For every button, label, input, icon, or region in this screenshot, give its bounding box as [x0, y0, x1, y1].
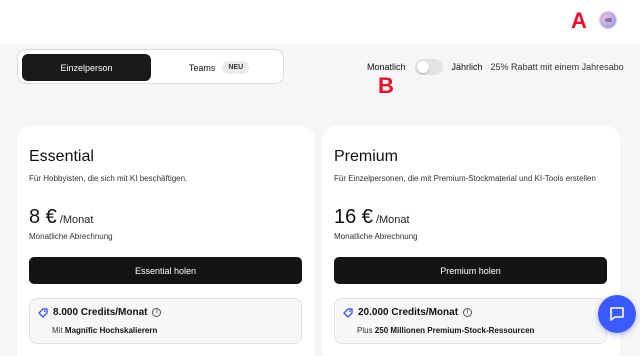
credits-box: 20.000 Credits/Monat i Plus 250 Millione… — [334, 298, 607, 344]
plan-card-essential: Essential Für Hobbyisten, die sich mit K… — [17, 126, 315, 356]
credits-subtext: Mit Magnific Hochskalierern — [52, 326, 157, 335]
billing-note: Monatliche Abrechnung — [29, 232, 113, 241]
credits-line: 8.000 Credits/Monat i — [38, 307, 162, 318]
tab-label: Teams — [188, 62, 216, 73]
credits-subtext: Plus 250 Millionen Premium-Stock-Ressour… — [357, 326, 534, 335]
tab-einzelperson[interactable]: Einzelperson — [22, 54, 151, 81]
plan-price: 16 € /Monat — [334, 206, 410, 229]
monthly-label: Monatlich — [367, 62, 406, 72]
plan-description: Für Hobbyisten, die sich mit KI beschäft… — [29, 174, 188, 183]
billing-toggle[interactable] — [414, 59, 443, 75]
credits-prefix: Mit — [52, 326, 63, 335]
toggle-knob — [416, 61, 429, 73]
chat-button[interactable] — [598, 295, 636, 333]
credits-title: 20.000 Credits/Monat — [358, 307, 459, 318]
info-icon[interactable]: i — [152, 308, 162, 317]
premium-cta-button[interactable]: Premium holen — [334, 257, 607, 284]
annotation-marker-b: B — [378, 73, 394, 98]
credits-highlight: 250 Millionen Premium-Stock-Ressourcen — [374, 326, 535, 335]
tab-teams[interactable]: Teams NEU — [158, 54, 280, 81]
credits-line: 20.000 Credits/Monat i — [343, 307, 473, 318]
info-icon[interactable]: i — [463, 308, 473, 317]
billing-note: Monatliche Abrechnung — [334, 232, 418, 241]
annotation-marker-a: A — [571, 8, 587, 33]
plan-name: Premium — [334, 148, 399, 165]
credits-highlight: Magnific Hochskalierern — [64, 326, 158, 335]
price-amount: 16 € — [334, 206, 373, 228]
credits-box: 8.000 Credits/Monat i Mit Magnific Hochs… — [29, 298, 302, 344]
avatar-icon[interactable] — [599, 11, 617, 29]
tag-icon — [343, 307, 353, 318]
tab-label: Einzelperson — [60, 62, 113, 73]
discount-text: 25% Rabatt mit einem Jahresabo — [490, 62, 624, 72]
billing-period-control: Monatlich Jährlich 25% Rabatt mit einem … — [367, 57, 624, 77]
plan-description: Für Einzelpersonen, die mit Premium-Stoc… — [334, 174, 596, 183]
price-amount: 8 € — [29, 206, 57, 228]
credits-prefix: Plus — [357, 326, 373, 335]
price-unit: /Monat — [375, 214, 410, 226]
tag-icon — [38, 307, 48, 318]
essential-cta-button[interactable]: Essential holen — [29, 257, 302, 284]
plan-type-switch: Einzelperson Teams NEU — [17, 49, 284, 84]
new-badge: NEU — [222, 61, 250, 74]
price-unit: /Monat — [59, 214, 94, 226]
top-bar: A — [0, 0, 640, 44]
chat-icon — [610, 307, 624, 321]
yearly-label: Jährlich — [451, 62, 483, 72]
plan-card-premium: Premium Für Einzelpersonen, die mit Prem… — [322, 126, 620, 356]
credits-title: 8.000 Credits/Monat — [53, 307, 148, 318]
plan-name: Essential — [29, 148, 94, 165]
plan-price: 8 € /Monat — [29, 206, 93, 229]
